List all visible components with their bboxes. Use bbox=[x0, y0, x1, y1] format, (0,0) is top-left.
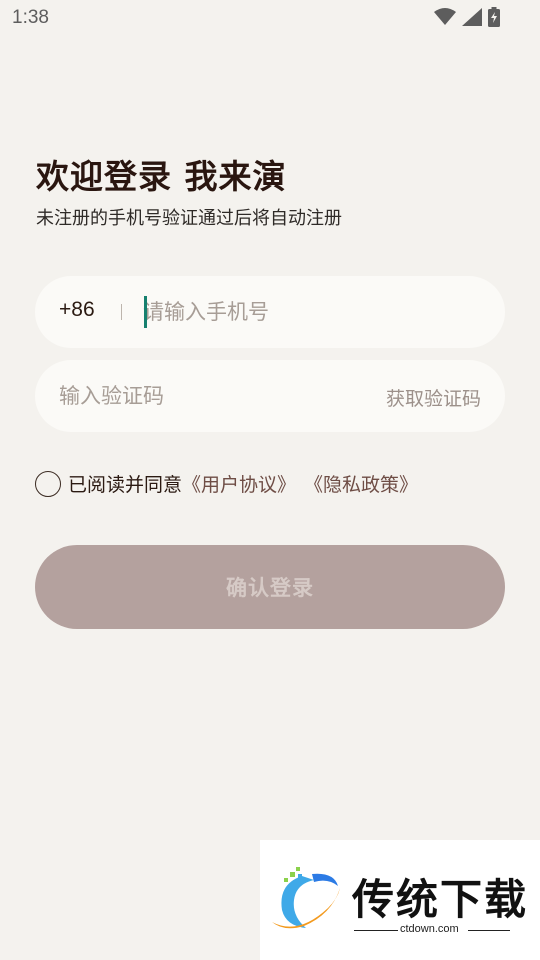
ctdown-logo-icon bbox=[268, 864, 344, 940]
country-code[interactable]: +86 bbox=[59, 298, 95, 322]
watermark-rule-left bbox=[354, 930, 398, 931]
agreement-text: 已阅读并同意 bbox=[68, 474, 183, 496]
status-bar: 1:38 bbox=[0, 0, 540, 38]
cell-signal-icon bbox=[462, 8, 482, 26]
text-caret bbox=[144, 296, 147, 328]
watermark: 传统下载 ctdown.com bbox=[260, 840, 540, 960]
privacy-policy-link[interactable]: 《隐私政策》 bbox=[304, 470, 418, 497]
verification-code-field[interactable]: 获取验证码 bbox=[35, 360, 505, 432]
watermark-title: 传统下载 bbox=[352, 875, 529, 924]
confirm-login-button[interactable]: 确认登录 bbox=[35, 545, 505, 629]
wifi-icon bbox=[434, 8, 456, 26]
status-icons bbox=[434, 7, 500, 27]
field-divider bbox=[121, 304, 122, 320]
status-time: 1:38 bbox=[12, 7, 49, 28]
user-agreement-link[interactable]: 《用户协议》 bbox=[182, 470, 296, 497]
watermark-rule-right bbox=[468, 930, 510, 931]
verification-code-input[interactable] bbox=[59, 374, 359, 418]
agreement-row: 已阅读并同意 《用户协议》 《隐私政策》 bbox=[35, 470, 418, 497]
agreement-checkbox[interactable] bbox=[35, 470, 61, 497]
phone-input[interactable] bbox=[143, 290, 483, 334]
battery-charging-icon bbox=[488, 7, 500, 27]
get-code-button[interactable]: 获取验证码 bbox=[386, 384, 481, 411]
page-title: 欢迎登录 我来演 bbox=[36, 157, 287, 196]
page-subtitle: 未注册的手机号验证通过后将自动注册 bbox=[36, 208, 342, 229]
phone-field[interactable]: +86 bbox=[35, 276, 505, 348]
watermark-url: ctdown.com bbox=[400, 923, 459, 935]
